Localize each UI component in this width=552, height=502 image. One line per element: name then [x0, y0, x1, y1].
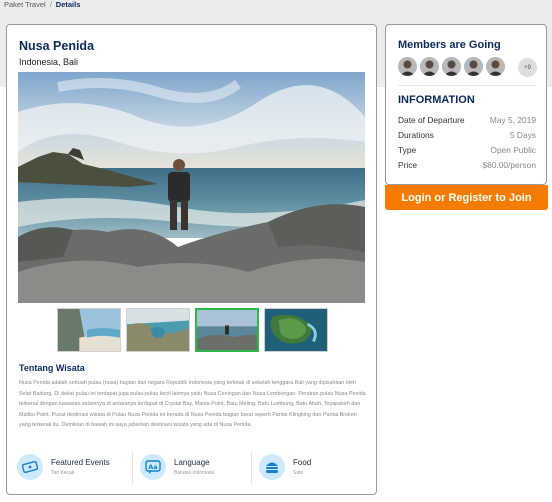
trip-features: Featured Events Tari Kecak Aa Language B…	[17, 452, 367, 486]
about-description: Nusa Penida adalah sebuah pulau (nusa) b…	[19, 380, 366, 428]
info-row-departure: Date of Departure May 5, 2019	[398, 115, 536, 125]
feature-label: Featured Events	[51, 458, 110, 467]
avatar[interactable]	[398, 57, 417, 76]
gallery-thumbnails	[57, 308, 329, 353]
more-members-badge[interactable]: +9	[518, 58, 537, 77]
info-value: 5 Days	[509, 130, 536, 140]
info-label: Durations	[398, 130, 434, 140]
info-label: Date of Departure	[398, 115, 465, 125]
ticket-icon	[17, 454, 43, 480]
gallery-thumbnail-2[interactable]	[126, 308, 190, 352]
feature-divider	[132, 452, 133, 484]
trip-title: Nusa Penida	[19, 39, 95, 53]
info-value: Open Public	[490, 145, 536, 155]
feature-divider	[251, 452, 252, 484]
avatar[interactable]	[486, 57, 505, 76]
info-label: Type	[398, 145, 417, 155]
info-row-price: Price $80.00/person	[398, 160, 536, 170]
info-value: $80.00/person	[482, 160, 536, 170]
avatar[interactable]	[442, 57, 461, 76]
breadcrumb-separator: /	[49, 0, 52, 9]
breadcrumb-current: Details	[55, 0, 81, 9]
svg-text:Aa: Aa	[148, 463, 157, 471]
breadcrumb: Paket Travel / Details	[4, 0, 80, 9]
info-row-type: Type Open Public	[398, 145, 536, 155]
feature-food: Food Sate	[259, 452, 359, 486]
breadcrumb-link-paket-travel[interactable]: Paket Travel	[4, 0, 46, 9]
divider	[398, 85, 536, 86]
feature-language: Aa Language Bahasa Indonesia	[140, 452, 250, 486]
feature-featured-events: Featured Events Tari Kecak	[17, 452, 127, 486]
hero-image	[18, 72, 365, 303]
trip-info-card: Members are Going +9 INFORMATION Date of…	[385, 24, 547, 185]
avatar[interactable]	[464, 57, 483, 76]
members-title: Members are Going	[398, 39, 501, 51]
info-label: Price	[398, 160, 418, 170]
food-icon	[259, 454, 285, 480]
information-title: INFORMATION	[398, 94, 475, 106]
feature-sub: Sate	[293, 470, 304, 476]
feature-sub: Bahasa Indonesia	[174, 470, 215, 476]
trip-details-card: Nusa Penida Indonesia, Bali Tentang Wisa…	[6, 24, 377, 495]
avatar[interactable]	[420, 57, 439, 76]
gallery-thumbnail-4[interactable]	[264, 308, 328, 352]
about-title: Tentang Wisata	[19, 363, 85, 373]
info-value: May 5, 2019	[489, 115, 536, 125]
info-row-durations: Durations 5 Days	[398, 130, 536, 140]
gallery-thumbnail-3[interactable]	[195, 308, 259, 352]
feature-sub: Tari Kecak	[51, 470, 75, 476]
language-icon: Aa	[140, 454, 166, 480]
feature-label: Language	[174, 458, 210, 467]
feature-label: Food	[293, 458, 312, 467]
gallery-thumbnail-1[interactable]	[57, 308, 121, 352]
login-register-button[interactable]: Login or Register to Join	[385, 185, 548, 210]
trip-location: Indonesia, Bali	[19, 57, 79, 67]
